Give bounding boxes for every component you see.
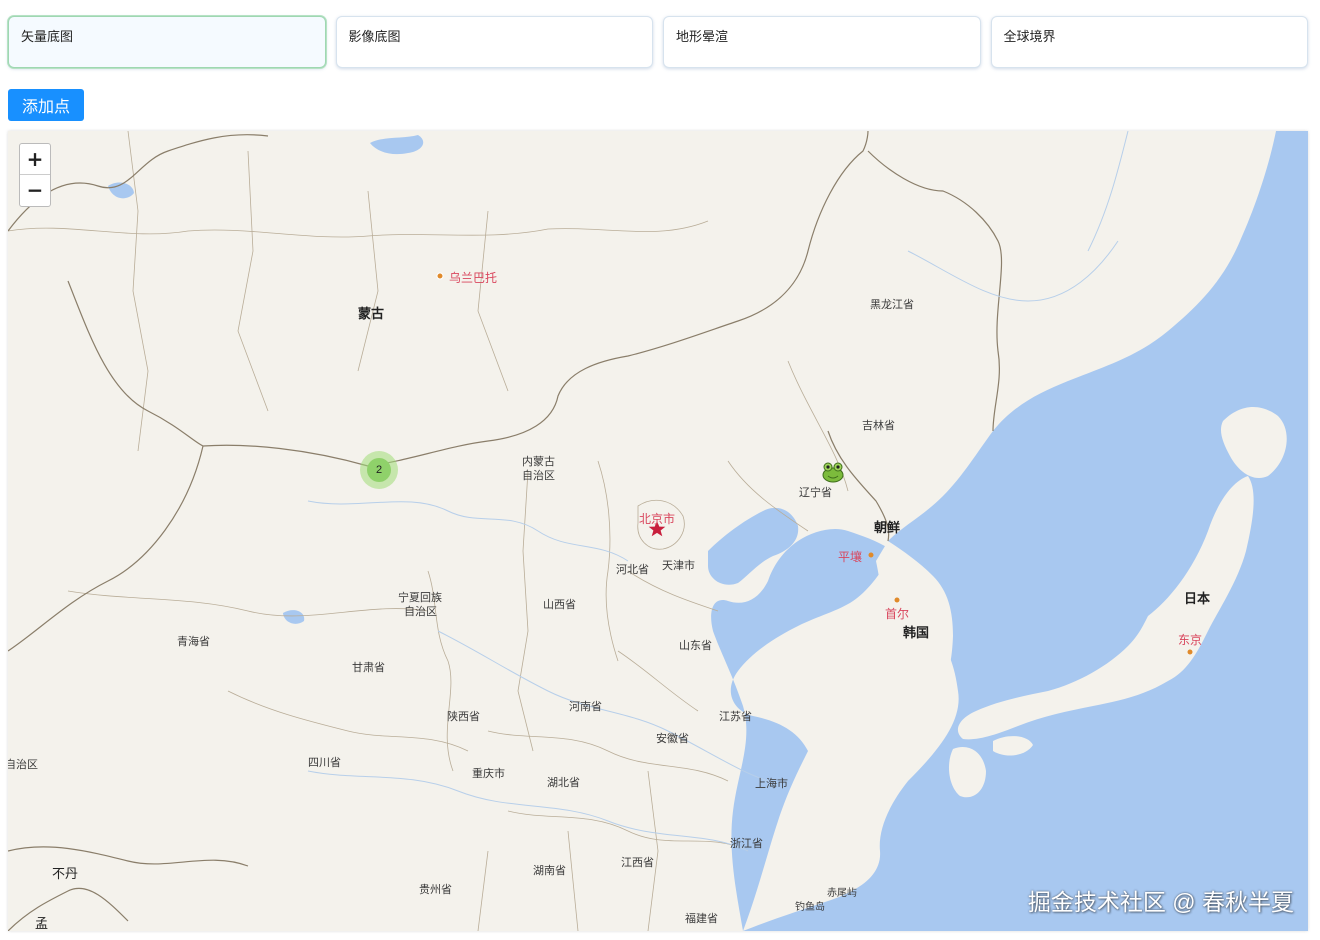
label-ningxia-2: 自治区: [404, 606, 437, 618]
lake-north: [370, 135, 424, 155]
label-japan: 日本: [1184, 591, 1211, 606]
zoom-control: + −: [19, 143, 51, 207]
tab-vector-basemap[interactable]: 矢量底图: [8, 16, 326, 68]
label-bangla-edge: 孟: [35, 916, 49, 931]
label-pyongyang: 平壤: [838, 550, 863, 564]
label-shanxi: 山西省: [543, 599, 576, 611]
label-chiwei: 赤尾屿: [827, 888, 857, 899]
label-zhejiang: 浙江省: [730, 838, 763, 850]
zoom-in-icon[interactable]: +: [20, 144, 50, 174]
label-fujian: 福建省: [685, 913, 718, 925]
label-sichuan: 四川省: [308, 757, 341, 769]
seoul-dot: [894, 597, 900, 603]
label-hebei: 河北省: [616, 564, 649, 576]
label-jilin: 吉林省: [862, 420, 895, 432]
map-canvas[interactable]: [8, 131, 1308, 931]
tokyo-dot: [1187, 649, 1193, 655]
lake-qinghai: [283, 610, 305, 624]
label-inner-mongolia-1: 内蒙古: [522, 456, 555, 468]
label-beijing: 北京市: [639, 512, 676, 526]
label-ningxia-1: 宁夏回族: [398, 592, 442, 604]
label-bhutan: 不丹: [52, 866, 79, 881]
marker-cluster[interactable]: 2: [360, 451, 398, 489]
label-henan: 河南省: [569, 701, 602, 713]
add-point-button[interactable]: 添加点: [8, 89, 84, 121]
tab-terrain-shading[interactable]: 地形晕渲: [663, 16, 981, 68]
label-jiangxi: 江西省: [621, 857, 654, 869]
label-tianjin: 天津市: [662, 560, 695, 572]
label-ulaanbaatar: 乌兰巴托: [449, 271, 498, 285]
label-anhui: 安徽省: [656, 733, 689, 745]
label-chongqing: 重庆市: [472, 768, 505, 780]
label-seoul: 首尔: [885, 607, 910, 621]
label-heilongjiang: 黑龙江省: [870, 299, 914, 311]
tab-imagery-basemap[interactable]: 影像底图: [335, 16, 653, 68]
pyongyang-dot: [868, 552, 874, 558]
tab-global-boundaries[interactable]: 全球境界: [990, 16, 1308, 68]
zoom-out-icon[interactable]: −: [20, 174, 50, 205]
label-north-korea: 朝鲜: [874, 520, 901, 535]
label-tokyo: 东京: [1178, 633, 1203, 647]
map-view[interactable]: + − 蒙古 乌兰巴托 黑龙江省 吉林省 辽宁省 内蒙古 自治区 北京市 天津市…: [8, 131, 1308, 931]
label-shaanxi: 陕西省: [447, 711, 480, 723]
layer-tabs: 矢量底图 影像底图 地形晕渲 全球境界: [8, 16, 1308, 70]
cluster-count: 2: [367, 458, 391, 482]
label-liaoning: 辽宁省: [799, 487, 832, 499]
label-mongolia: 蒙古: [358, 306, 385, 321]
label-xizang-edge: 自治区: [8, 759, 38, 771]
sea-yellow: [711, 529, 893, 931]
watermark: 掘金技术社区 @ 春秋半夏: [1027, 889, 1294, 915]
frog-marker-icon[interactable]: [820, 460, 846, 484]
ulaanbaatar-dot: [436, 272, 444, 280]
label-diaoyu: 钓鱼岛: [795, 902, 825, 913]
label-gansu: 甘肃省: [352, 662, 385, 674]
label-south-korea: 韩国: [903, 625, 930, 640]
label-qinghai: 青海省: [177, 636, 210, 648]
label-inner-mongolia-2: 自治区: [522, 470, 555, 482]
label-guizhou: 贵州省: [419, 884, 452, 896]
label-hunan: 湖南省: [533, 865, 566, 877]
label-jiangsu: 江苏省: [719, 711, 752, 723]
label-shanghai: 上海市: [755, 778, 788, 790]
label-shandong: 山东省: [679, 640, 712, 652]
label-hubei: 湖北省: [547, 777, 580, 789]
